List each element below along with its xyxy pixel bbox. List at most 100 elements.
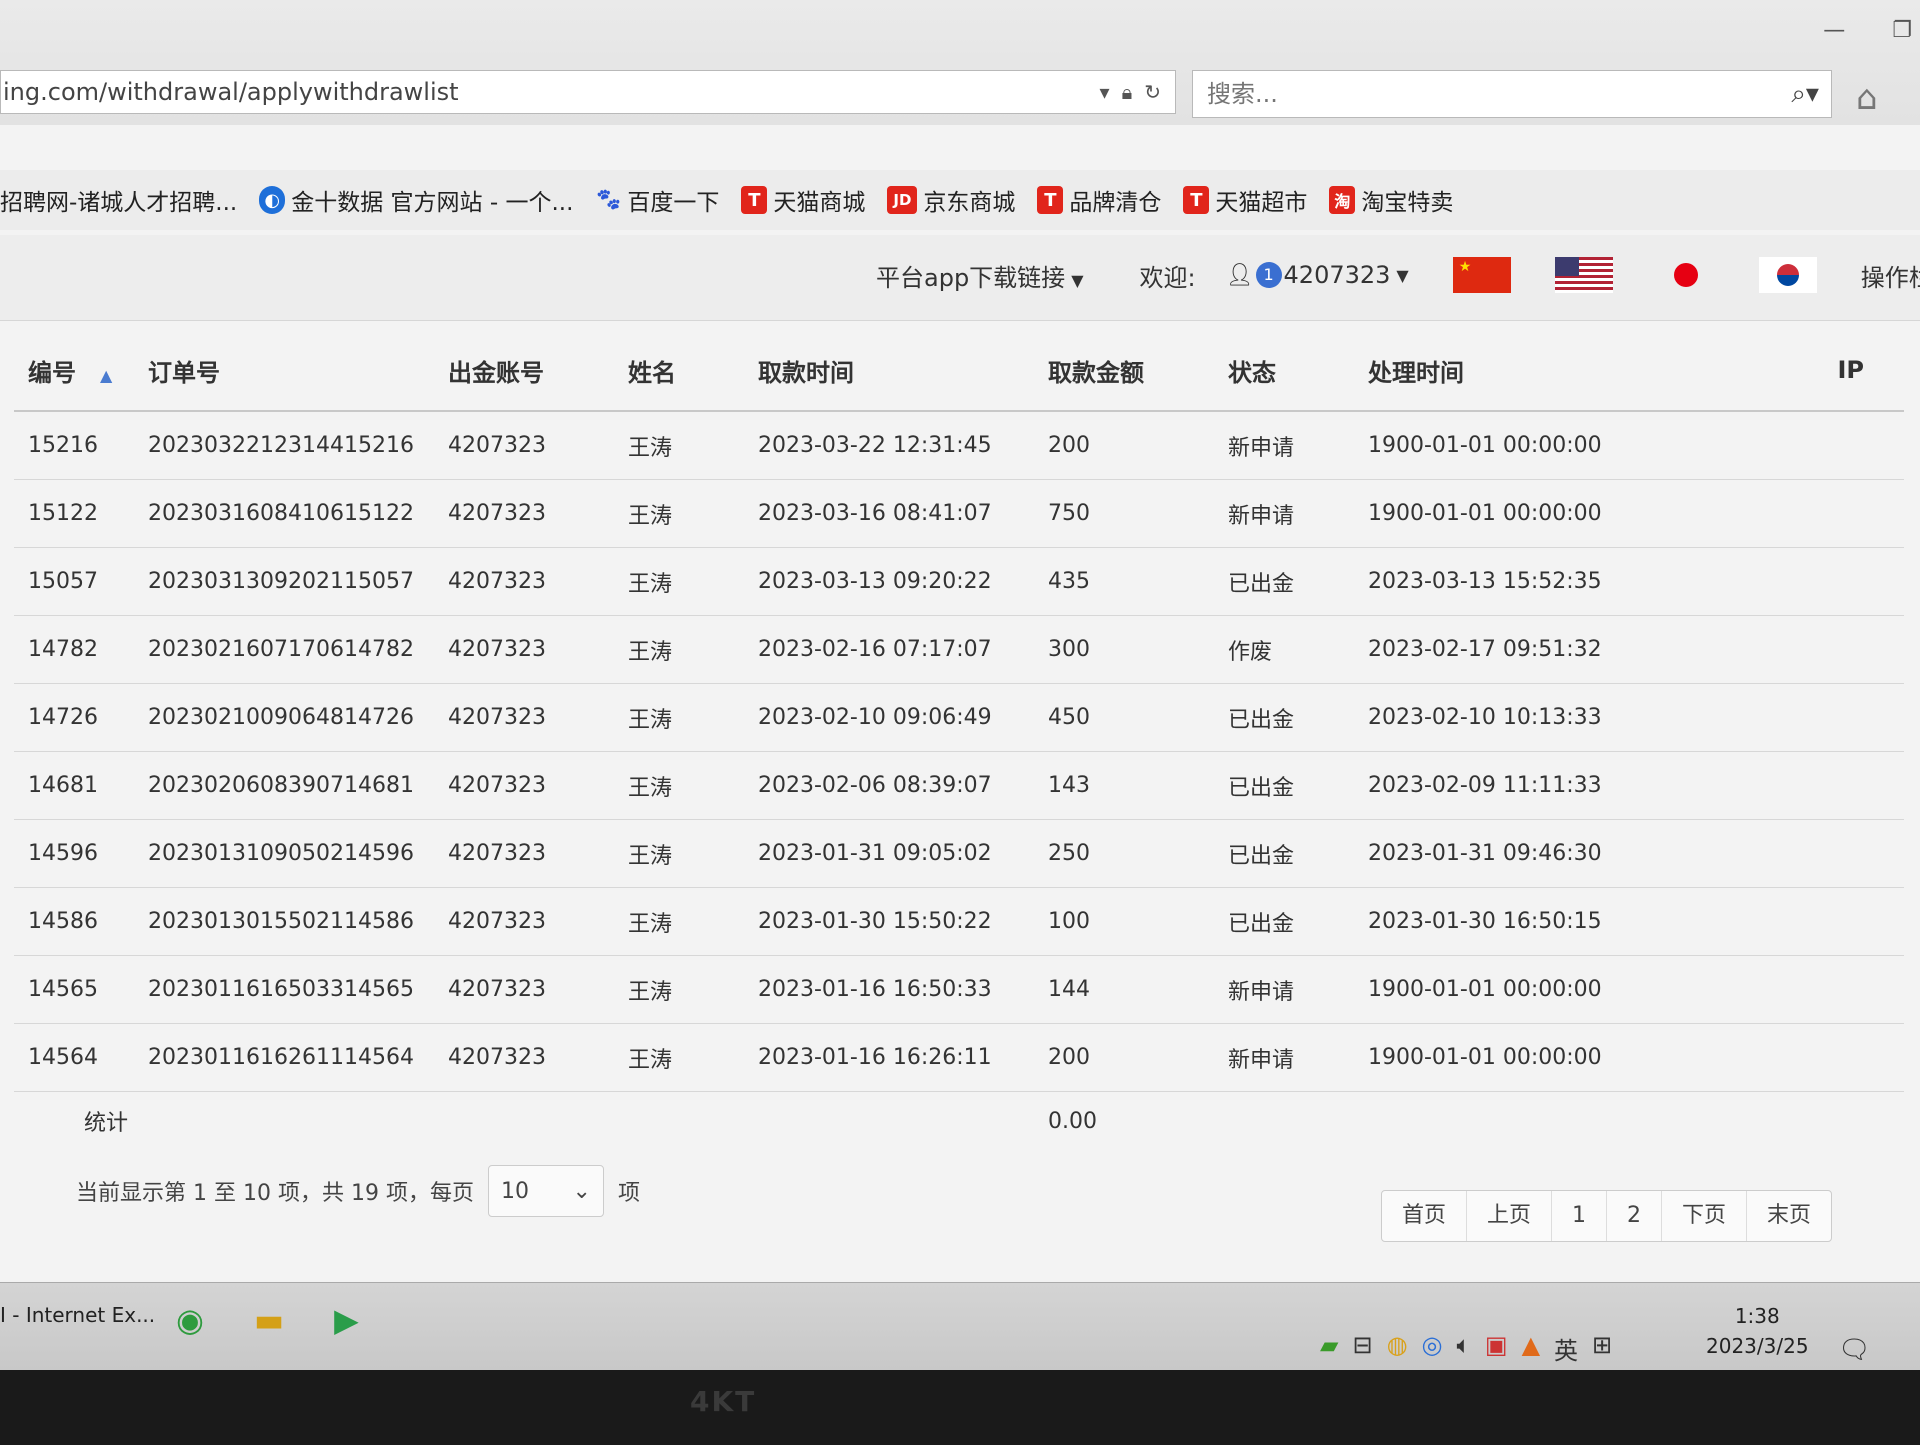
- refresh-icon[interactable]: ↻: [1144, 80, 1161, 104]
- favorite-label: 天猫超市: [1215, 190, 1308, 216]
- table-row[interactable]: 14564 2023011616261114564 4207323 王涛 202…: [14, 1023, 1904, 1092]
- sort-asc-icon: ▲: [100, 365, 113, 385]
- favorite-item[interactable]: JD 京东商城: [887, 183, 1015, 217]
- column-header-name[interactable]: 姓名: [614, 330, 744, 412]
- cell-account: 4207323: [434, 411, 614, 480]
- column-header-account[interactable]: 出金账号: [434, 330, 614, 412]
- favorite-item[interactable]: T 品牌清仓: [1037, 183, 1161, 217]
- page-2-button[interactable]: 2: [1605, 1191, 1661, 1241]
- cell-order-no: 2023031608410615122: [134, 479, 434, 548]
- column-header-withdraw-time[interactable]: 取款时间: [744, 330, 1034, 412]
- table-row[interactable]: 14782 2023021607170614782 4207323 王涛 202…: [14, 615, 1904, 684]
- cell-ip: [1654, 887, 1904, 956]
- volume-icon[interactable]: 🔈︎: [1456, 1331, 1470, 1366]
- cell-order-no: 2023013015502114586: [134, 887, 434, 956]
- table-row[interactable]: 14726 2023021009064814726 4207323 王涛 202…: [14, 683, 1904, 752]
- display-icon[interactable]: ▣: [1485, 1331, 1508, 1366]
- operations-column-label: 操作栏: [1860, 263, 1920, 292]
- column-header-id[interactable]: 编号 ▲: [14, 330, 134, 412]
- favorite-item[interactable]: 淘 淘宝特卖: [1329, 183, 1453, 217]
- jin10-icon: ◐: [259, 186, 286, 214]
- cell-name: 王涛: [614, 1023, 744, 1092]
- cell-order-no: 2023031309202115057: [134, 547, 434, 616]
- address-url[interactable]: ing.com/withdrawal/applywithdrawlist: [1, 78, 1100, 106]
- media-player-icon[interactable]: ▶: [334, 1301, 359, 1339]
- cell-id: 15122: [14, 479, 134, 548]
- table-row[interactable]: 14565 2023011616503314565 4207323 王涛 202…: [14, 955, 1904, 1024]
- taobao-icon: 淘: [1329, 186, 1356, 214]
- cell-amount: 250: [1034, 819, 1214, 888]
- korea-flag-icon[interactable]: [1758, 257, 1817, 293]
- ie-browser-icon[interactable]: ◉: [176, 1301, 204, 1339]
- cell-order-no: 2023032212314415216: [134, 411, 434, 480]
- update-icon[interactable]: ▲: [1522, 1331, 1540, 1366]
- notification-icon[interactable]: 🗨︎: [1838, 1335, 1871, 1365]
- system-clock[interactable]: 1:38 2023/3/25: [1706, 1301, 1809, 1361]
- china-flag-icon[interactable]: [1452, 257, 1511, 293]
- tmall-icon: T: [741, 186, 768, 214]
- cell-withdraw-time: 2023-02-10 09:06:49: [744, 683, 1034, 752]
- tmall-icon: T: [1183, 186, 1210, 214]
- stats-total-amount: 0.00: [1048, 1108, 1097, 1134]
- clock-date: 2023/3/25: [1706, 1334, 1809, 1358]
- table-row[interactable]: 15057 2023031309202115057 4207323 王涛 202…: [14, 547, 1904, 616]
- page-prev-button[interactable]: 上页: [1465, 1191, 1551, 1241]
- search-icon[interactable]: ⌕▾: [1791, 79, 1819, 110]
- app-download-link[interactable]: 平台app下载链接 ▼: [876, 258, 1084, 293]
- keyboard-icon[interactable]: ⊞: [1592, 1331, 1612, 1366]
- maximize-icon[interactable]: ❐: [1892, 18, 1912, 43]
- table-row[interactable]: 14596 2023013109050214596 4207323 王涛 202…: [14, 819, 1904, 888]
- favorite-label: 天猫商城: [773, 190, 866, 216]
- cell-amount: 435: [1034, 547, 1214, 616]
- favorite-item[interactable]: 🐾︎ 百度一下: [594, 183, 719, 217]
- shield-icon[interactable]: ◍: [1387, 1331, 1408, 1366]
- taskbar-ie-window[interactable]: I - Internet Ex...: [0, 1303, 155, 1327]
- japan-flag-icon[interactable]: [1657, 257, 1715, 293]
- favorite-item[interactable]: 招聘网-诸城人才招聘...: [0, 183, 237, 217]
- cell-account: 4207323: [434, 683, 614, 752]
- favorite-item[interactable]: ◐ 金十数据 官方网站 - 一个...: [259, 183, 573, 217]
- network-icon[interactable]: ⊟: [1352, 1331, 1372, 1366]
- dropdown-icon[interactable]: ▾: [1100, 80, 1110, 104]
- cell-amount: 450: [1034, 683, 1214, 752]
- table-row[interactable]: 15216 2023032212314415216 4207323 王涛 202…: [14, 411, 1904, 480]
- cell-withdraw-time: 2023-02-06 08:39:07: [744, 751, 1034, 820]
- column-header-ip[interactable]: IP: [1654, 330, 1904, 412]
- cell-order-no: 2023021607170614782: [134, 615, 434, 684]
- page-size-select[interactable]: 10 ⌄: [487, 1165, 604, 1217]
- cell-name: 王涛: [614, 411, 744, 480]
- favorite-item[interactable]: T 天猫商城: [741, 183, 865, 217]
- table-row[interactable]: 14681 2023020608390714681 4207323 王涛 202…: [14, 751, 1904, 820]
- cell-ip: [1654, 819, 1904, 888]
- minimize-icon[interactable]: —: [1823, 18, 1845, 43]
- column-header-amount[interactable]: 取款金额: [1034, 330, 1214, 412]
- page-first-button[interactable]: 首页: [1382, 1191, 1466, 1241]
- file-explorer-icon[interactable]: ▬: [254, 1301, 284, 1339]
- user-menu[interactable]: 👤︎ 1 4207323 ▼: [1226, 261, 1409, 289]
- usa-flag-icon[interactable]: [1554, 257, 1613, 293]
- cell-process-time: 2023-02-09 11:11:33: [1354, 751, 1654, 820]
- page-last-button[interactable]: 末页: [1745, 1191, 1831, 1241]
- favorite-item[interactable]: T 天猫超市: [1183, 183, 1307, 217]
- home-icon[interactable]: ⌂: [1856, 78, 1878, 118]
- security-icon[interactable]: ◎: [1422, 1331, 1443, 1366]
- table-row[interactable]: 15122 2023031608410615122 4207323 王涛 202…: [14, 479, 1904, 548]
- search-input[interactable]: [1205, 79, 1792, 109]
- favorite-label: 京东商城: [923, 190, 1016, 216]
- cell-status: 已出金: [1214, 751, 1354, 820]
- table-row[interactable]: 14586 2023013015502114586 4207323 王涛 202…: [14, 887, 1904, 956]
- column-header-process-time[interactable]: 处理时间: [1354, 330, 1654, 412]
- cell-order-no: 2023021009064814726: [134, 683, 434, 752]
- cell-name: 王涛: [614, 955, 744, 1024]
- cell-process-time: 2023-02-17 09:51:32: [1354, 615, 1654, 684]
- column-header-order-no[interactable]: 订单号: [134, 330, 434, 412]
- nvidia-icon[interactable]: ▰: [1320, 1331, 1338, 1366]
- lock-icon[interactable]: 🔒︎: [1122, 80, 1133, 104]
- page-next-button[interactable]: 下页: [1660, 1191, 1746, 1241]
- favorite-label: 金十数据 官方网站 - 一个...: [291, 190, 574, 216]
- address-bar[interactable]: ing.com/withdrawal/applywithdrawlist ▾ 🔒…: [0, 70, 1176, 114]
- column-header-status[interactable]: 状态: [1214, 330, 1354, 412]
- page-1-button[interactable]: 1: [1550, 1191, 1606, 1241]
- ime-indicator[interactable]: 英: [1554, 1331, 1578, 1366]
- cell-id: 15216: [14, 411, 134, 480]
